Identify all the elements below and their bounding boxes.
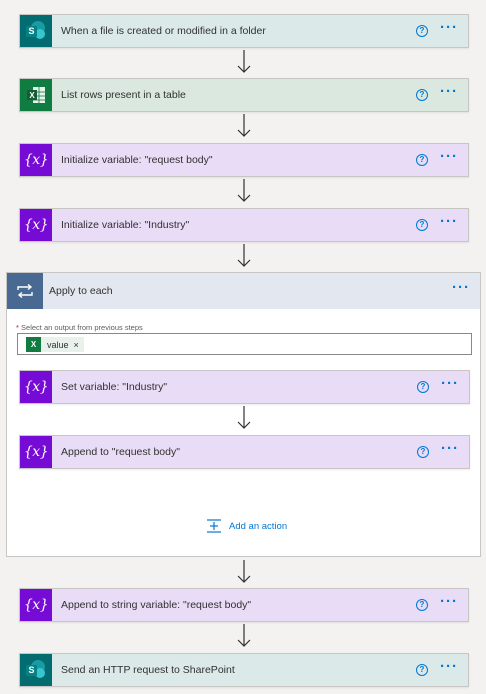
step-append-request-body-card[interactable]: {x} Append to "request body" ? ···	[19, 435, 470, 469]
variable-icon: {x}	[20, 436, 52, 468]
more-options-button[interactable]: ···	[440, 20, 458, 38]
excel-icon: X	[26, 337, 41, 352]
flow-arrow	[237, 624, 251, 647]
flow-arrow	[237, 114, 251, 137]
more-options-button[interactable]: ···	[441, 441, 459, 459]
help-icon[interactable]: ?	[417, 446, 429, 458]
scope-title: Apply to each	[49, 285, 113, 297]
variable-icon: {x}	[20, 209, 52, 241]
excel-icon: X	[20, 79, 52, 111]
more-options-button[interactable]: ···	[440, 149, 458, 167]
flow-arrow	[237, 50, 251, 73]
step-title: Append to "request body"	[61, 446, 180, 458]
step-init-industry-card[interactable]: {x} Initialize variable: "Industry" ? ··…	[19, 208, 469, 242]
help-icon[interactable]: ?	[416, 599, 428, 611]
more-options-button[interactable]: ···	[452, 280, 470, 298]
apply-to-each-scope: Apply to each ··· * Select an output fro…	[6, 272, 481, 557]
more-options-button[interactable]: ···	[441, 376, 459, 394]
flow-arrow	[237, 244, 251, 267]
sharepoint-icon: S	[20, 654, 52, 686]
field-label: * Select an output from previous steps	[16, 323, 143, 332]
apply-to-each-header[interactable]: Apply to each ···	[7, 273, 480, 309]
loop-icon	[7, 273, 43, 309]
help-icon[interactable]: ?	[416, 219, 428, 231]
add-action-button[interactable]: Add an action	[207, 519, 287, 533]
step-title: When a file is created or modified in a …	[61, 25, 266, 37]
variable-icon: {x}	[20, 589, 52, 621]
add-action-label: Add an action	[229, 520, 288, 532]
step-send-http-card[interactable]: S Send an HTTP request to SharePoint ? ·…	[19, 653, 469, 687]
step-set-industry-card[interactable]: {x} Set variable: "Industry" ? ···	[19, 370, 470, 404]
step-title: Set variable: "Industry"	[61, 381, 168, 393]
help-icon[interactable]: ?	[416, 25, 428, 37]
step-title: Initialize variable: "request body"	[61, 154, 213, 166]
add-action-icon	[207, 519, 221, 533]
required-mark: *	[16, 323, 19, 332]
variable-icon: {x}	[20, 371, 52, 403]
flow-arrow	[237, 179, 251, 202]
help-icon[interactable]: ?	[416, 89, 428, 101]
step-init-request-body-card[interactable]: {x} Initialize variable: "request body" …	[19, 143, 469, 177]
svg-text:X: X	[29, 91, 35, 100]
help-icon[interactable]: ?	[416, 664, 428, 676]
flow-arrow	[237, 560, 251, 583]
step-title: Send an HTTP request to SharePoint	[61, 664, 235, 676]
help-icon[interactable]: ?	[416, 154, 428, 166]
close-icon[interactable]: ×	[69, 340, 79, 350]
variable-icon: {x}	[20, 144, 52, 176]
step-title: Append to string variable: "request body…	[61, 599, 252, 611]
flow-arrow	[237, 406, 251, 429]
more-options-button[interactable]: ···	[440, 594, 458, 612]
sharepoint-icon: S	[20, 15, 52, 47]
step-list-rows-card[interactable]: X List rows present in a table ? ···	[19, 78, 469, 112]
help-icon[interactable]: ?	[417, 381, 429, 393]
more-options-button[interactable]: ···	[440, 84, 458, 102]
output-select-input[interactable]: X value ×	[17, 333, 472, 355]
more-options-button[interactable]: ···	[440, 214, 458, 232]
more-options-button[interactable]: ···	[440, 659, 458, 677]
token-label: value	[47, 339, 69, 350]
step-title: List rows present in a table	[61, 89, 186, 101]
value-token[interactable]: X value ×	[26, 337, 84, 352]
step-append-string-card[interactable]: {x} Append to string variable: "request …	[19, 588, 469, 622]
step-title: Initialize variable: "Industry"	[61, 219, 190, 231]
step-trigger-card[interactable]: S When a file is created or modified in …	[19, 14, 469, 48]
